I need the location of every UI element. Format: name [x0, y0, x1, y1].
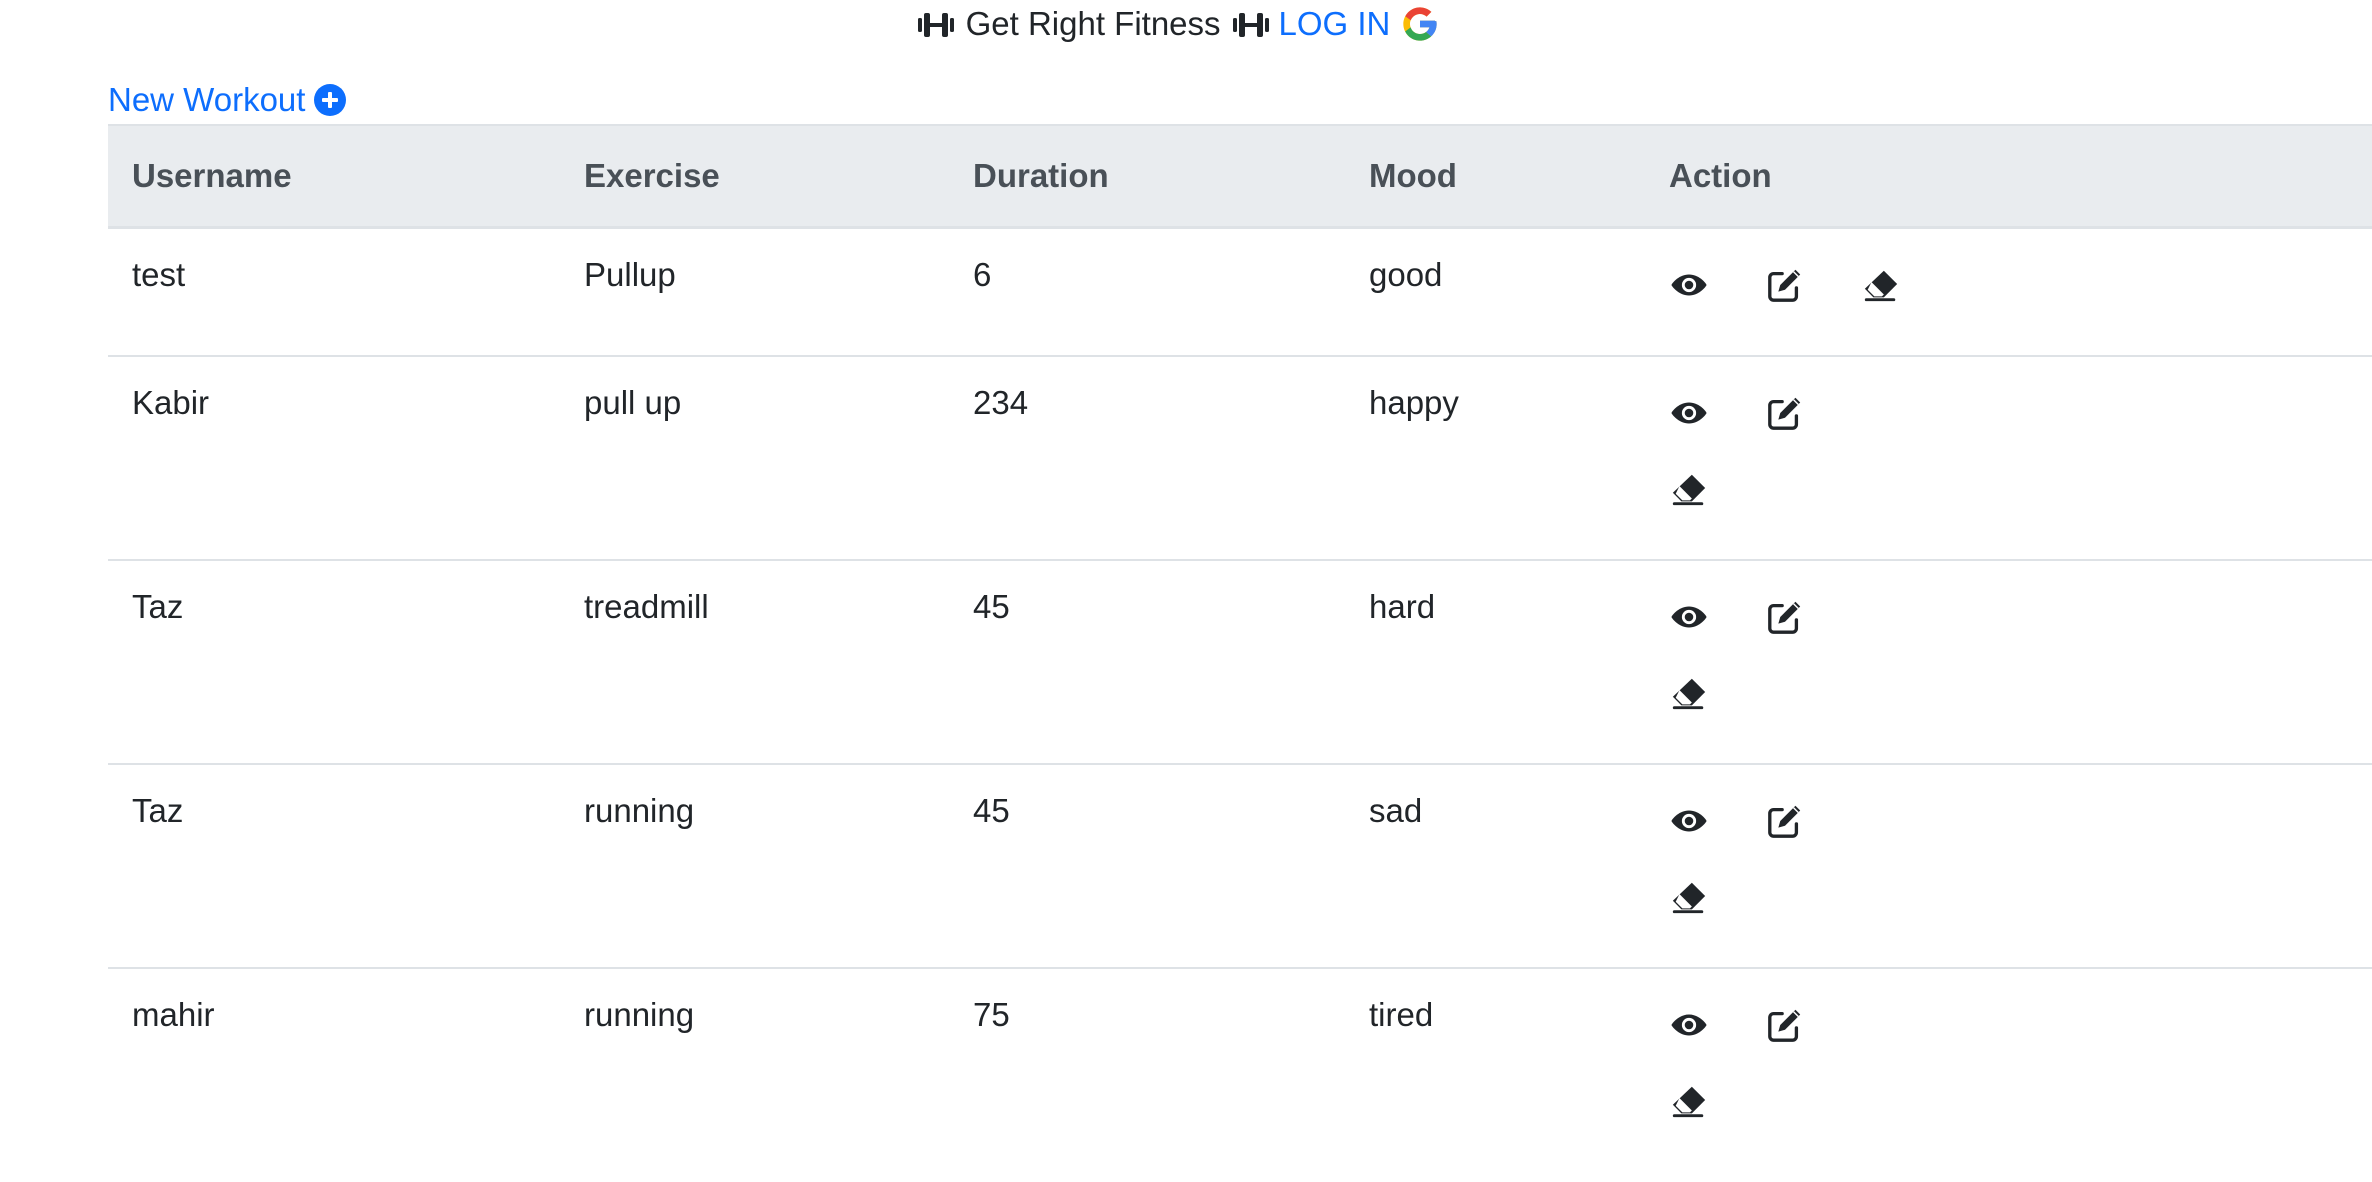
row-actions	[1645, 585, 1879, 747]
dumbbell-icon	[916, 8, 956, 40]
cell-exercise: pull up	[560, 356, 949, 561]
cell-action	[1645, 560, 2372, 765]
dumbbell-icon	[1231, 8, 1271, 40]
new-workout-label: New Workout	[108, 81, 306, 118]
column-header-duration: Duration	[949, 124, 1345, 229]
column-header-action: Action	[1645, 124, 2372, 229]
table-row: Kabir pull up 234 happy	[108, 356, 2372, 561]
cell-duration: 45	[949, 560, 1345, 765]
cell-mood: tired	[1369, 996, 1434, 1033]
eraser-icon[interactable]	[1669, 673, 1709, 713]
login-link[interactable]: LOG IN	[1279, 2, 1391, 46]
cell-duration: 45	[949, 764, 1345, 969]
cell-exercise: Pullup	[560, 227, 949, 357]
eye-icon[interactable]	[1669, 801, 1709, 841]
app-header: Get Right Fitness LOG IN	[0, 2, 2372, 46]
cell-mood: sad	[1345, 764, 1645, 969]
eye-icon[interactable]	[1669, 393, 1709, 433]
eraser-icon[interactable]	[1669, 877, 1709, 917]
plus-circle-icon	[313, 83, 347, 117]
cell-username: mahir	[132, 996, 215, 1033]
column-header-exercise: Exercise	[560, 124, 949, 229]
cell-mood: good	[1345, 227, 1645, 357]
new-workout-button[interactable]: New Workout	[108, 78, 347, 122]
eye-icon[interactable]	[1669, 1005, 1709, 1045]
google-icon[interactable]	[1400, 4, 1440, 44]
table-row: Taz treadmill 45 hard	[108, 560, 2372, 765]
cell-username: Taz	[108, 764, 560, 969]
cell-username: Taz	[108, 560, 560, 765]
cell-duration: 75	[973, 996, 1010, 1033]
edit-icon[interactable]	[1765, 393, 1805, 433]
cell-username: test	[108, 227, 560, 357]
cell-exercise: treadmill	[560, 560, 949, 765]
cell-action	[1645, 227, 2372, 357]
cell-action	[1645, 764, 2372, 969]
edit-icon[interactable]	[1765, 1005, 1805, 1045]
row-actions	[1645, 253, 1969, 339]
eye-icon[interactable]	[1669, 597, 1709, 637]
cell-mood: happy	[1345, 356, 1645, 561]
table-row: test Pullup 6 good	[108, 227, 2372, 357]
row-actions	[1645, 381, 1879, 543]
cell-duration: 6	[949, 227, 1345, 357]
eraser-icon[interactable]	[1669, 1081, 1709, 1121]
workouts-table: Username Exercise Duration Mood Action t…	[108, 124, 2372, 1171]
table-header-row: Username Exercise Duration Mood Action	[108, 124, 2372, 229]
cell-action	[1645, 968, 2372, 1171]
cell-mood: hard	[1345, 560, 1645, 765]
eraser-icon[interactable]	[1861, 265, 1901, 305]
cell-exercise: running	[584, 996, 695, 1033]
edit-icon[interactable]	[1765, 597, 1805, 637]
column-header-username: Username	[108, 124, 560, 229]
row-actions	[1645, 993, 1879, 1155]
table-row: mahir running 75 tired	[108, 968, 2372, 1171]
row-actions	[1645, 789, 1879, 951]
column-header-mood: Mood	[1345, 124, 1645, 229]
cell-duration: 234	[949, 356, 1345, 561]
eraser-icon[interactable]	[1669, 469, 1709, 509]
eye-icon[interactable]	[1669, 265, 1709, 305]
cell-action	[1645, 356, 2372, 561]
brand-title: Get Right Fitness	[965, 5, 1221, 42]
cell-exercise: running	[560, 764, 949, 969]
edit-icon[interactable]	[1765, 801, 1805, 841]
table-row: Taz running 45 sad	[108, 764, 2372, 969]
edit-icon[interactable]	[1765, 265, 1805, 305]
cell-username: Kabir	[108, 356, 560, 561]
